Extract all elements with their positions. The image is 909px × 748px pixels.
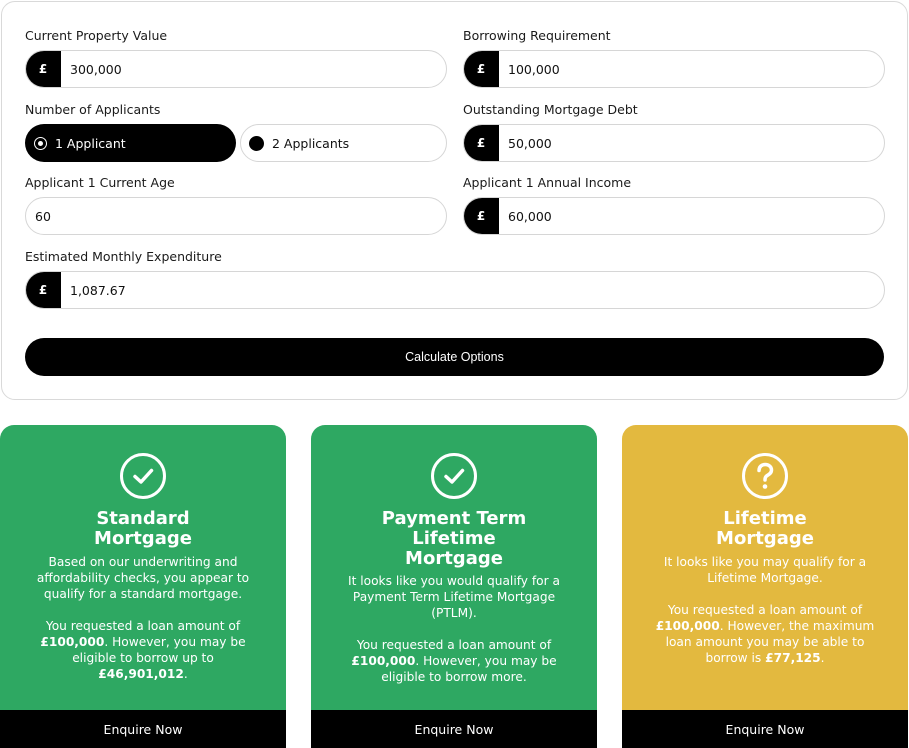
outstanding-debt-label: Outstanding Mortgage Debt [463, 102, 638, 117]
result-title: Standard Mortgage [94, 508, 192, 549]
annual-income-label: Applicant 1 Annual Income [463, 175, 632, 190]
applicants-field: Number of Applicants 1 Applicant 2 Appli… [25, 101, 447, 163]
text-part: You requested a loan amount of [667, 603, 863, 617]
borrowing-requirement-field: Borrowing Requirement £ 100,000 [463, 27, 885, 89]
result-title: Payment Term Lifetime Mortgage [381, 508, 527, 569]
max-amount: £46,901,012 [98, 667, 184, 681]
pound-prefix: £ [464, 51, 499, 87]
borrowing-requirement-input[interactable]: £ 100,000 [463, 50, 885, 88]
annual-income-input[interactable]: £ 60,000 [463, 197, 885, 235]
result-paragraph-2: You requested a loan amount of £100,000.… [341, 637, 567, 685]
result-paragraph-2: You requested a loan amount of £100,000.… [654, 602, 876, 666]
property-value-text: 300,000 [70, 61, 122, 77]
property-value-label: Current Property Value [25, 28, 168, 43]
applicant-age-field: Applicant 1 Current Age 60 [25, 174, 447, 236]
requested-amount: £100,000 [40, 635, 105, 649]
question-circle-icon [742, 453, 788, 499]
annual-income-field: Applicant 1 Annual Income £ 60,000 [463, 174, 885, 236]
applicant-age-input[interactable]: 60 [25, 197, 447, 235]
monthly-expenditure-field: Estimated Monthly Expenditure £ 1,087.67 [25, 248, 885, 310]
calculate-options-button[interactable]: Calculate Options [25, 338, 884, 376]
check-circle-icon [120, 453, 166, 499]
two-applicants-option[interactable]: 2 Applicants [240, 124, 447, 162]
applicants-label: Number of Applicants [25, 102, 161, 117]
result-description: Based on our underwriting and affordabil… [28, 554, 258, 682]
result-paragraph-1: Based on our underwriting and affordabil… [36, 555, 250, 601]
applicant-age-text: 60 [35, 208, 51, 224]
requested-amount: £100,000 [351, 654, 416, 668]
text-part: You requested a loan amount of [356, 638, 552, 652]
one-applicant-label: 1 Applicant [55, 135, 126, 151]
outstanding-debt-text: 50,000 [508, 135, 552, 151]
pound-prefix: £ [464, 198, 499, 234]
applicant-age-label: Applicant 1 Current Age [25, 175, 175, 190]
pound-prefix: £ [26, 51, 61, 87]
monthly-expenditure-text: 1,087.67 [70, 282, 126, 298]
result-paragraph-2: You requested a loan amount of £100,000.… [28, 618, 258, 682]
check-circle-icon [431, 453, 477, 499]
monthly-expenditure-input[interactable]: £ 1,087.67 [25, 271, 885, 309]
result-paragraph-1: It looks like you would qualify for a Pa… [348, 574, 560, 620]
result-card-lifetime-mortgage: Lifetime Mortgage It looks like you may … [622, 425, 908, 748]
result-card-ptlm: Payment Term Lifetime Mortgage It looks … [311, 425, 597, 748]
monthly-expenditure-label: Estimated Monthly Expenditure [25, 249, 222, 264]
radio-selected-icon [34, 136, 47, 150]
text-part: You requested a loan amount of [45, 619, 241, 633]
result-title: Lifetime Mortgage [716, 508, 814, 549]
radio-unselected-icon [249, 135, 264, 151]
annual-income-text: 60,000 [508, 208, 552, 224]
borrowing-requirement-label: Borrowing Requirement [463, 28, 611, 43]
two-applicants-label: 2 Applicants [272, 135, 350, 151]
requested-amount: £100,000 [655, 619, 720, 633]
property-value-field: Current Property Value £ 300,000 [25, 27, 447, 89]
outstanding-debt-input[interactable]: £ 50,000 [463, 124, 885, 162]
borrowing-requirement-text: 100,000 [508, 61, 560, 77]
max-amount: £77,125 [765, 651, 821, 665]
one-applicant-option[interactable]: 1 Applicant [25, 124, 236, 162]
pound-prefix: £ [464, 125, 499, 161]
enquire-now-button[interactable]: Enquire Now [622, 710, 908, 748]
result-paragraph-1: It looks like you may qualify for a Life… [663, 555, 867, 585]
enquire-now-button[interactable]: Enquire Now [0, 710, 286, 748]
text-part: . [183, 667, 188, 681]
property-value-input[interactable]: £ 300,000 [25, 50, 447, 88]
result-card-standard-mortgage: Standard Mortgage Based on our underwrit… [0, 425, 286, 748]
pound-prefix: £ [26, 272, 61, 308]
result-description: It looks like you would qualify for a Pa… [341, 573, 567, 685]
mortgage-calculator-form: Current Property Value £ 300,000 Borrowi… [1, 1, 908, 400]
result-description: It looks like you may qualify for a Life… [654, 554, 876, 666]
outstanding-debt-field: Outstanding Mortgage Debt £ 50,000 [463, 101, 885, 163]
text-part: . [820, 651, 825, 665]
enquire-now-button[interactable]: Enquire Now [311, 710, 597, 748]
